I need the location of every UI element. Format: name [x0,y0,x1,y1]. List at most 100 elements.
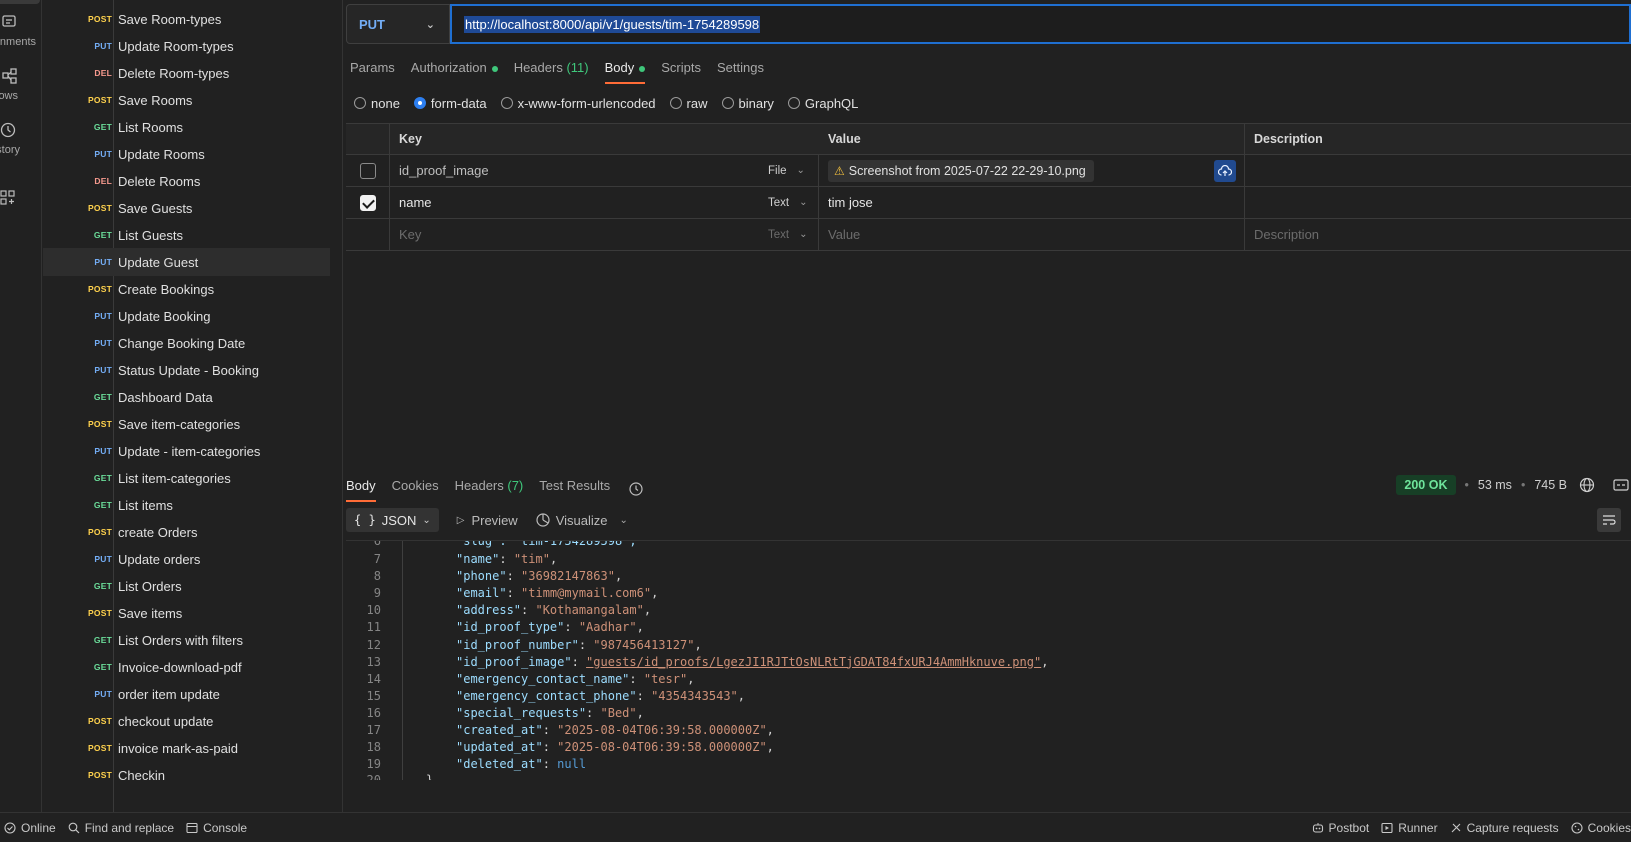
url-input[interactable]: http://localhost:8000/api/v1/guests/tim-… [450,4,1631,44]
sidebar-request-item[interactable]: GET List Orders [43,572,330,600]
response-body-viewer[interactable]: 6 "slug": "tim-1754289598", 7 "name": "ti… [346,540,1631,780]
tab-params[interactable]: Params [350,58,395,84]
row-type-select[interactable]: Text ⌄ [760,219,819,250]
history-icon[interactable] [628,481,644,497]
radio-none[interactable]: none [354,96,400,111]
collection-sidebar: POST Save Room-types PUT Update Room-types D… [43,0,383,812]
response-time[interactable]: 53 ms [1478,478,1512,492]
request-name: Update orders [118,551,201,567]
sidebar-request-item[interactable]: PUT Update Booking [43,302,330,330]
runner-button[interactable]: Runner [1381,821,1438,835]
sidebar-request-item[interactable]: DEL Delete Room-types [43,59,330,87]
row-value[interactable]: tim jose [819,187,1245,218]
radio-urlencoded[interactable]: x-www-form-urlencoded [500,96,656,111]
json-link-value[interactable]: "guests/id_proofs/LgezJI1RJTtOsNLRtTjGDA… [586,655,1041,669]
sidebar-request-item[interactable]: PUT Update - item-categories [43,437,330,465]
request-name: Change Booking Date [118,335,246,351]
key-placeholder[interactable]: Key [390,219,760,250]
row-description[interactable] [1245,187,1631,218]
sidebar-request-item[interactable]: PUT Update Room-types [43,32,330,60]
row-empty-cell [346,219,390,250]
method-label: PUT [359,16,385,32]
sidebar-request-item[interactable]: POST Save Rooms [43,86,330,114]
sidebar-request-item[interactable]: PUT Update Rooms [43,140,330,168]
description-placeholder[interactable]: Description [1245,219,1631,250]
online-status[interactable]: Online [4,821,56,835]
row-checkbox[interactable] [359,162,376,179]
globe-icon[interactable] [1579,477,1595,493]
rail-top-item[interactable] [0,0,40,4]
header-description: Description [1254,132,1323,146]
chevron-down-icon: ⌄ [422,514,431,526]
find-replace-button[interactable]: Find and replace [68,821,174,835]
sidebar-request-item[interactable]: GET List Guests [43,221,330,249]
sidebar-request-item[interactable]: POST create Orders [43,518,330,546]
radio-raw[interactable]: raw [669,96,708,111]
sidebar-request-item[interactable]: GET Dashboard Data [43,383,330,411]
sidebar-request-item[interactable]: POST Save Guests [43,194,330,222]
line-number: 15 [366,688,381,703]
sidebar-request-item[interactable]: GET List Rooms [43,113,330,141]
row-type-select[interactable]: Text ⌄ [760,187,819,218]
sidebar-request-item[interactable]: PUT Update orders [43,545,330,573]
row-description[interactable] [1245,155,1631,186]
sidebar-request-item[interactable]: PUT Status Update - Booking [43,356,330,384]
resp-tab-body[interactable]: Body [346,476,376,502]
request-name: List items [118,497,173,513]
sidebar-request-item[interactable]: PUT Change Booking Date [43,329,330,357]
tab-body[interactable]: Body [604,58,646,84]
sidebar-request-item[interactable]: GET List item-categories [43,464,330,492]
sidebar-request-item[interactable]: PUT order item update [43,680,330,708]
code-line: 8 "phone": "36982147863", [346,567,1631,585]
value-placeholder[interactable]: Value [819,219,1245,250]
tab-headers[interactable]: Headers (11) [514,58,589,84]
postbot-button[interactable]: Postbot [1312,821,1369,835]
sidebar-request-item[interactable]: POST Save items [43,599,330,627]
tab-authorization[interactable]: Authorization [411,58,498,84]
method-select[interactable]: PUT ⌄ [346,4,450,44]
row-key[interactable]: id_proof_image [390,155,760,186]
row-checkbox-checked[interactable] [359,194,376,211]
request-method-badge: POST [88,743,112,753]
response-size[interactable]: 745 B [1534,478,1567,492]
sidebar-request-item[interactable]: GET Invoice-download-pdf [43,653,330,681]
status-badge[interactable]: 200 OK [1396,475,1456,495]
json-key: "created_at" [456,723,543,737]
sidebar-request-item[interactable]: POST Save item-categories [43,410,330,438]
radio-form-data[interactable]: form-data [413,96,487,111]
file-chip[interactable]: ⚠ Screenshot from 2025-07-22 22-29-10.png [828,159,1094,182]
save-response-icon[interactable] [1613,478,1629,492]
sidebar-request-item[interactable]: PUT Update Guest [43,248,330,276]
row-type-select[interactable]: File ⌄ [760,155,819,186]
wrap-lines-button[interactable] [1597,508,1621,532]
resp-tab-headers[interactable]: Headers (7) [455,476,524,502]
row-key[interactable]: name [390,187,760,218]
visualize-button[interactable]: Visualize ⌄ [536,513,628,528]
cookies-button[interactable]: Cookies [1571,821,1631,835]
preview-button[interactable]: ▷ Preview [457,513,518,528]
resp-tab-test-results[interactable]: Test Results [539,476,610,502]
radio-binary[interactable]: binary [721,96,774,111]
sidebar-request-item[interactable]: POST Save Room-types [43,5,330,33]
format-select[interactable]: { } JSON ⌄ [346,508,439,532]
sidebar-request-item[interactable]: DEL Delete Rooms [43,167,330,195]
row-type-label: File [768,164,787,177]
capture-requests-button[interactable]: Capture requests [1450,821,1559,835]
row-checkbox-cell [346,187,390,218]
console-button[interactable]: Console [186,821,247,835]
visualize-icon [536,513,550,527]
sidebar-request-item[interactable]: POST Checkin [43,761,330,789]
upload-cloud-button[interactable] [1214,160,1236,182]
sidebar-request-item[interactable]: POST checkout update [43,707,330,735]
response-meta: 200 OK • 53 ms • 745 B [1396,474,1631,496]
request-method-badge: PUT [94,446,112,456]
tab-scripts[interactable]: Scripts [661,58,701,84]
sidebar-request-item[interactable]: POST Create Bookings [43,275,330,303]
sidebar-request-item[interactable]: GET List Orders with filters [43,626,330,654]
sidebar-request-item[interactable]: POST invoice mark-as-paid [43,734,330,762]
json-value: "timm@mymail.com6" [521,586,652,601]
radio-graphql[interactable]: GraphQL [787,96,858,111]
sidebar-request-item[interactable]: GET List items [43,491,330,519]
resp-tab-cookies[interactable]: Cookies [392,476,439,502]
tab-settings[interactable]: Settings [717,58,764,84]
